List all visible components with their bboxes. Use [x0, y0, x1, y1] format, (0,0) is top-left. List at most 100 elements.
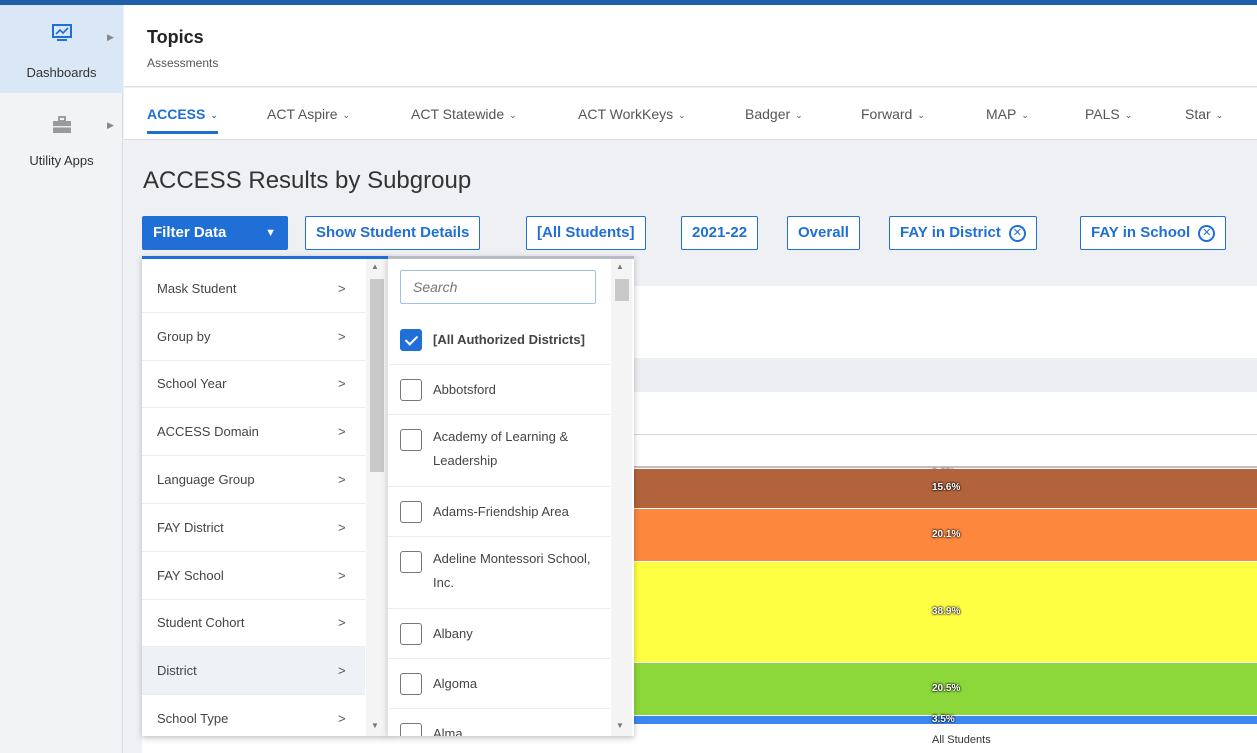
- checkbox[interactable]: [400, 551, 422, 573]
- tab-label: Star: [1185, 106, 1211, 122]
- menu-item-district[interactable]: District >: [142, 647, 365, 695]
- tab-label: ACT Aspire: [267, 106, 338, 122]
- chevron-down-icon: ⌄: [1021, 110, 1029, 120]
- data-label: 3.5%: [932, 714, 955, 726]
- district-option[interactable]: Abbotsford: [388, 365, 610, 415]
- chip-label: Show Student Details: [316, 224, 470, 241]
- rail-label-utility-apps: Utility Apps: [29, 153, 94, 168]
- chip-label: FAY in District: [900, 224, 1001, 241]
- tab-act-workkeys[interactable]: ACT WorkKeys ⌄: [578, 88, 686, 140]
- left-rail: ▶ Dashboards ▶ Utility Apps: [0, 5, 123, 753]
- tab-label: PALS: [1085, 106, 1120, 122]
- district-option[interactable]: [All Authorized Districts]: [388, 315, 610, 365]
- chevron-down-icon: ⌄: [210, 110, 218, 120]
- menu-item-student-cohort[interactable]: Student Cohort >: [142, 599, 365, 647]
- district-option[interactable]: Academy of Learning & Leadership: [388, 415, 610, 487]
- menu-item-label: FAY District: [157, 520, 224, 535]
- checkbox[interactable]: [400, 723, 422, 736]
- scroll-up-arrow-icon[interactable]: ▲: [616, 262, 624, 271]
- chip-fay-in-district[interactable]: FAY in District ✕: [889, 216, 1037, 250]
- district-option[interactable]: Adams-Friendship Area: [388, 487, 610, 537]
- checkbox[interactable]: [400, 501, 422, 523]
- scroll-down-arrow-icon[interactable]: ▼: [616, 721, 624, 730]
- chip-label: FAY in School: [1091, 224, 1191, 241]
- tab-badger[interactable]: Badger ⌄: [745, 88, 803, 140]
- chevron-right-icon: >: [338, 615, 346, 630]
- filter-data-button[interactable]: Filter Data ▼: [142, 216, 288, 250]
- chip-school-year[interactable]: 2021-22: [681, 216, 759, 250]
- scroll-thumb[interactable]: [615, 279, 629, 301]
- scroll-thumb[interactable]: [370, 279, 384, 472]
- filter-menu-scrollbar[interactable]: ▲ ▼: [366, 259, 387, 736]
- menu-item-school-type[interactable]: School Type >: [142, 695, 365, 736]
- chevron-right-icon: >: [338, 281, 346, 296]
- chevron-down-icon: ⌄: [509, 110, 517, 120]
- chevron-right-icon: >: [338, 472, 346, 487]
- tab-act-aspire[interactable]: ACT Aspire ⌄: [267, 88, 350, 140]
- remove-chip-icon[interactable]: ✕: [1198, 225, 1216, 242]
- chevron-down-icon: ⌄: [678, 110, 686, 120]
- district-search-input[interactable]: Search: [400, 270, 596, 304]
- menu-item-label: School Type: [157, 711, 229, 726]
- checkbox[interactable]: [400, 623, 422, 645]
- option-label: [All Authorized Districts]: [433, 332, 585, 347]
- tab-star[interactable]: Star ⌄: [1185, 88, 1223, 140]
- chip-fay-in-school[interactable]: FAY in School ✕: [1080, 216, 1227, 250]
- tab-map[interactable]: MAP ⌄: [986, 88, 1029, 140]
- menu-item-group-by[interactable]: Group by >: [142, 313, 365, 361]
- menu-item-fay-district[interactable]: FAY District >: [142, 504, 365, 552]
- checkbox[interactable]: [400, 429, 422, 451]
- rail-item-dashboards[interactable]: ▶ Dashboards: [0, 5, 123, 93]
- chevron-right-icon: >: [338, 568, 346, 583]
- tab-pals[interactable]: PALS ⌄: [1085, 88, 1132, 140]
- chevron-down-icon: ⌄: [795, 110, 803, 120]
- tab-label: MAP: [986, 106, 1017, 122]
- district-option[interactable]: Adeline Montessori School, Inc.: [388, 537, 610, 609]
- district-option[interactable]: Albany: [388, 609, 610, 659]
- checkbox-checked[interactable]: [400, 329, 422, 351]
- tab-forward[interactable]: Forward ⌄: [861, 88, 925, 140]
- chip-label: 2021-22: [692, 224, 748, 241]
- tab-access[interactable]: ACCESS ⌄: [147, 88, 218, 140]
- district-option[interactable]: Alma: [388, 709, 610, 736]
- rail-item-utility-apps[interactable]: ▶ Utility Apps: [0, 93, 123, 183]
- menu-item-language-group[interactable]: Language Group >: [142, 456, 365, 504]
- chip-label: Overall: [798, 224, 849, 241]
- option-label: Abbotsford: [433, 382, 496, 397]
- chevron-right-icon: >: [338, 376, 346, 391]
- option-label: Alma: [433, 726, 463, 736]
- menu-item-label: School Year: [157, 376, 227, 391]
- chip-all-students[interactable]: [All Students]: [526, 216, 646, 250]
- option-label: Adeline Montessori School, Inc.: [433, 551, 591, 590]
- menu-item-label: Mask Student: [157, 281, 237, 296]
- data-label: 20.1%: [932, 529, 961, 541]
- menu-item-school-year[interactable]: School Year >: [142, 360, 365, 408]
- option-label: Academy of Learning & Leadership: [433, 429, 569, 468]
- menu-item-label: District: [157, 663, 197, 678]
- tab-act-statewide[interactable]: ACT Statewide ⌄: [411, 88, 517, 140]
- district-option[interactable]: Algoma: [388, 659, 610, 709]
- chevron-down-icon: ⌄: [917, 110, 925, 120]
- scroll-up-arrow-icon[interactable]: ▲: [371, 262, 379, 271]
- scroll-down-arrow-icon[interactable]: ▼: [371, 721, 379, 730]
- checkbox[interactable]: [400, 673, 422, 695]
- data-label: 38.9%: [932, 606, 961, 618]
- tab-label: Badger: [745, 106, 791, 122]
- menu-item-mask-student[interactable]: Mask Student >: [142, 265, 365, 313]
- menu-item-access-domain[interactable]: ACCESS Domain >: [142, 408, 365, 456]
- tab-label: ACCESS: [147, 106, 206, 122]
- district-submenu-scrollbar[interactable]: ▲ ▼: [611, 259, 632, 736]
- category-label: All Students: [932, 734, 991, 746]
- assessment-tabs: ACCESS ⌄ ACT Aspire ⌄ ACT Statewide ⌄ ACT W…: [124, 88, 1257, 140]
- chevron-right-icon: >: [338, 520, 346, 535]
- filter-menu: Mask Student > Group by > School Year > ACC…: [142, 256, 389, 736]
- data-label: 20.5%: [932, 683, 961, 695]
- remove-chip-icon[interactable]: ✕: [1008, 225, 1026, 242]
- chip-overall[interactable]: Overall: [787, 216, 860, 250]
- header-subtitle: Assessments: [147, 56, 219, 70]
- caret-down-icon: ▼: [265, 227, 276, 239]
- show-student-details-button[interactable]: Show Student Details: [305, 216, 481, 250]
- option-label: Algoma: [433, 676, 478, 691]
- checkbox[interactable]: [400, 379, 422, 401]
- menu-item-fay-school[interactable]: FAY School >: [142, 552, 365, 600]
